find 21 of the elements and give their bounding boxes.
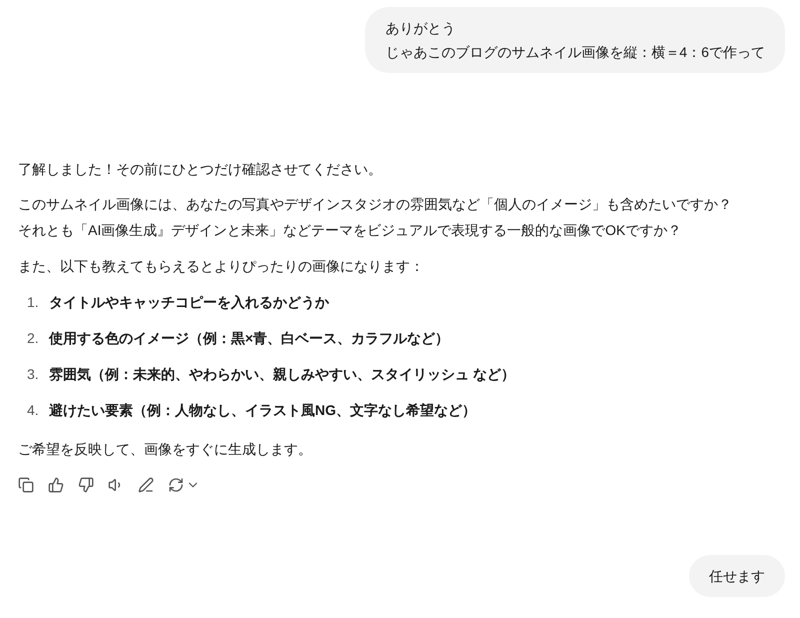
list-item-text: 雰囲気（例：未来的、やわらかい、親しみやすい、スタイリッシュ など）: [49, 364, 515, 384]
message-text: じゃあこのブログのサムネイル画像を縦：横＝4：6で作って: [385, 43, 765, 62]
refresh-icon[interactable]: [168, 477, 184, 493]
list-number: 1.: [27, 292, 40, 312]
message-text: また、以下も教えてもらえるとよりぴったりの画像になります：: [18, 257, 425, 276]
list-number: 4.: [27, 400, 40, 420]
list-item-text: タイトルやキャッチコピーを入れるかどうか: [49, 292, 329, 312]
thumbs-up-icon[interactable]: [48, 477, 64, 493]
thumbs-down-icon[interactable]: [78, 477, 94, 493]
message-text: それとも「AI画像生成』デザインと未来」などテーマをビジュアルで表現する一般的な画像でOKですか？: [18, 221, 682, 240]
list-item-text: 使用する色のイメージ（例：黒×青、白ベース、カラフルなど）: [49, 328, 450, 348]
message-text: 任せます: [709, 567, 765, 586]
list-number: 2.: [27, 328, 40, 348]
list-number: 3.: [27, 364, 40, 384]
copy-icon[interactable]: [18, 477, 34, 493]
message-text: ご希望を反映して、画像をすぐに生成します。: [18, 440, 313, 459]
message-text: ありがとう: [385, 19, 456, 38]
pen-icon[interactable]: [138, 477, 154, 493]
message-text: 了解しました！その前にひとつだけ確認させてください。: [18, 160, 383, 179]
message-text: このサムネイル画像には、あなたの写真やデザインスタジオの雰囲気など「個人のイメージ」も含めたいですか？: [18, 195, 733, 214]
list-item-text: 避けたい要素（例：人物なし、イラスト風NG、文字なし希望など）: [49, 400, 476, 420]
